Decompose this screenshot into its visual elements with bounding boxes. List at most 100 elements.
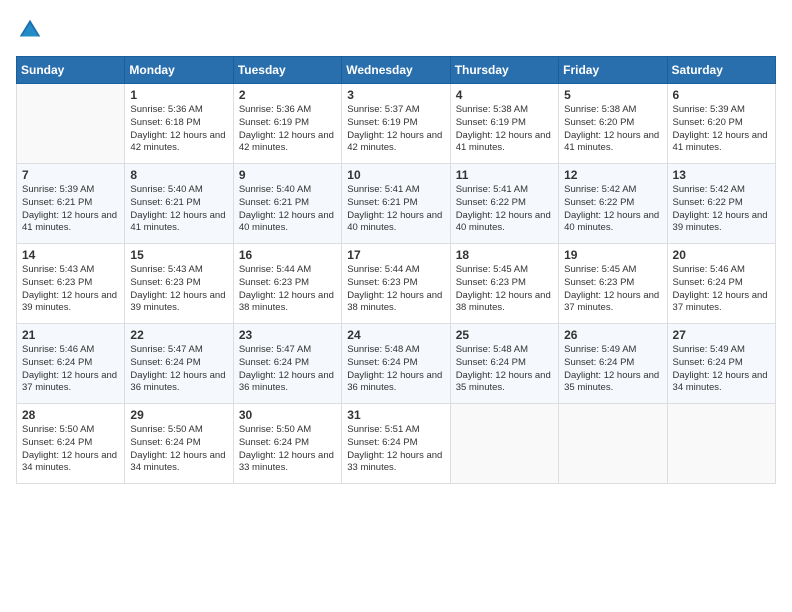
day-info: Sunrise: 5:41 AMSunset: 6:21 PMDaylight:… [347,184,442,233]
calendar-week-row: 21 Sunrise: 5:46 AMSunset: 6:24 PMDayligh… [17,324,776,404]
day-number: 25 [456,328,553,342]
day-info: Sunrise: 5:46 AMSunset: 6:24 PMDaylight:… [22,344,117,393]
calendar-cell: 14Sunrise: 5:43 AMSunset: 6:23 PMDayligh… [17,244,125,324]
calendar-cell: 11Sunrise: 5:41 AMSunset: 6:22 PMDayligh… [450,164,558,244]
calendar-cell: 25 Sunrise: 5:48 AMSunset: 6:24 PMDayligh… [450,324,558,404]
day-number: 15 [130,248,227,262]
calendar-cell: 19 Sunrise: 5:45 AMSunset: 6:23 PMDayligh… [559,244,667,324]
calendar-cell: 3 Sunrise: 5:37 AMSunset: 6:19 PMDaylight… [342,84,450,164]
calendar-cell [667,404,775,484]
weekday-header: Monday [125,57,233,84]
calendar-cell: 21 Sunrise: 5:46 AMSunset: 6:24 PMDayligh… [17,324,125,404]
day-info: Sunrise: 5:38 AMSunset: 6:20 PMDaylight:… [564,104,659,153]
day-info: Sunrise: 5:46 AMSunset: 6:24 PMDaylight:… [673,264,768,313]
day-number: 27 [673,328,770,342]
calendar-cell: 16Sunrise: 5:44 AMSunset: 6:23 PMDayligh… [233,244,341,324]
calendar-cell: 1Sunrise: 5:36 AMSunset: 6:18 PMDaylight… [125,84,233,164]
day-info: Sunrise: 5:50 AMSunset: 6:24 PMDaylight:… [239,424,334,473]
calendar-cell: 18 Sunrise: 5:45 AMSunset: 6:23 PMDayligh… [450,244,558,324]
calendar-cell [450,404,558,484]
day-number: 26 [564,328,661,342]
weekday-header: Tuesday [233,57,341,84]
day-number: 19 [564,248,661,262]
day-info: Sunrise: 5:39 AMSunset: 6:20 PMDaylight:… [673,104,768,153]
day-info: Sunrise: 5:47 AMSunset: 6:24 PMDaylight:… [239,344,334,393]
day-number: 2 [239,88,336,102]
day-number: 4 [456,88,553,102]
calendar-cell: 9 Sunrise: 5:40 AMSunset: 6:21 PMDaylight… [233,164,341,244]
weekday-header: Sunday [17,57,125,84]
day-info: Sunrise: 5:42 AMSunset: 6:22 PMDaylight:… [564,184,659,233]
day-number: 12 [564,168,661,182]
day-info: Sunrise: 5:47 AMSunset: 6:24 PMDaylight:… [130,344,225,393]
calendar-cell: 29 Sunrise: 5:50 AMSunset: 6:24 PMDayligh… [125,404,233,484]
calendar-cell: 23Sunrise: 5:47 AMSunset: 6:24 PMDayligh… [233,324,341,404]
day-info: Sunrise: 5:43 AMSunset: 6:23 PMDaylight:… [130,264,225,313]
day-number: 28 [22,408,119,422]
day-info: Sunrise: 5:44 AMSunset: 6:23 PMDaylight:… [347,264,442,313]
day-info: Sunrise: 5:40 AMSunset: 6:21 PMDaylight:… [130,184,225,233]
calendar-cell: 6 Sunrise: 5:39 AMSunset: 6:20 PMDaylight… [667,84,775,164]
day-number: 9 [239,168,336,182]
day-info: Sunrise: 5:50 AMSunset: 6:24 PMDaylight:… [22,424,117,473]
day-number: 10 [347,168,444,182]
calendar-cell: 17 Sunrise: 5:44 AMSunset: 6:23 PMDayligh… [342,244,450,324]
calendar-table: SundayMondayTuesdayWednesdayThursdayFrid… [16,56,776,484]
calendar-cell: 13Sunrise: 5:42 AMSunset: 6:22 PMDayligh… [667,164,775,244]
day-info: Sunrise: 5:38 AMSunset: 6:19 PMDaylight:… [456,104,551,153]
day-info: Sunrise: 5:50 AMSunset: 6:24 PMDaylight:… [130,424,225,473]
calendar-cell: 5 Sunrise: 5:38 AMSunset: 6:20 PMDaylight… [559,84,667,164]
calendar-cell: 15 Sunrise: 5:43 AMSunset: 6:23 PMDayligh… [125,244,233,324]
day-number: 11 [456,168,553,182]
day-number: 24 [347,328,444,342]
page-header [16,16,776,44]
calendar-cell: 8Sunrise: 5:40 AMSunset: 6:21 PMDaylight… [125,164,233,244]
day-info: Sunrise: 5:49 AMSunset: 6:24 PMDaylight:… [564,344,659,393]
day-number: 29 [130,408,227,422]
logo-icon [16,16,44,44]
day-number: 22 [130,328,227,342]
day-info: Sunrise: 5:37 AMSunset: 6:19 PMDaylight:… [347,104,442,153]
calendar-cell: 30 Sunrise: 5:50 AMSunset: 6:24 PMDayligh… [233,404,341,484]
calendar-cell: 26 Sunrise: 5:49 AMSunset: 6:24 PMDayligh… [559,324,667,404]
logo [16,16,48,44]
calendar-cell: 2Sunrise: 5:36 AMSunset: 6:19 PMDaylight… [233,84,341,164]
day-info: Sunrise: 5:40 AMSunset: 6:21 PMDaylight:… [239,184,334,233]
day-number: 3 [347,88,444,102]
calendar-cell: 12 Sunrise: 5:42 AMSunset: 6:22 PMDayligh… [559,164,667,244]
day-number: 6 [673,88,770,102]
day-info: Sunrise: 5:43 AMSunset: 6:23 PMDaylight:… [22,264,117,313]
calendar-cell: 20 Sunrise: 5:46 AMSunset: 6:24 PMDayligh… [667,244,775,324]
calendar-cell: 28 Sunrise: 5:50 AMSunset: 6:24 PMDayligh… [17,404,125,484]
day-number: 5 [564,88,661,102]
day-number: 17 [347,248,444,262]
calendar-week-row: 1Sunrise: 5:36 AMSunset: 6:18 PMDaylight… [17,84,776,164]
calendar-cell [559,404,667,484]
day-info: Sunrise: 5:45 AMSunset: 6:23 PMDaylight:… [564,264,659,313]
day-info: Sunrise: 5:49 AMSunset: 6:24 PMDaylight:… [673,344,768,393]
calendar-week-row: 28 Sunrise: 5:50 AMSunset: 6:24 PMDayligh… [17,404,776,484]
calendar-week-row: 7Sunrise: 5:39 AMSunset: 6:21 PMDaylight… [17,164,776,244]
day-number: 31 [347,408,444,422]
calendar-cell: 4 Sunrise: 5:38 AMSunset: 6:19 PMDaylight… [450,84,558,164]
weekday-header: Saturday [667,57,775,84]
day-number: 21 [22,328,119,342]
day-info: Sunrise: 5:36 AMSunset: 6:18 PMDaylight:… [130,104,225,153]
day-number: 20 [673,248,770,262]
calendar-cell: 7Sunrise: 5:39 AMSunset: 6:21 PMDaylight… [17,164,125,244]
calendar-week-row: 14Sunrise: 5:43 AMSunset: 6:23 PMDayligh… [17,244,776,324]
calendar-cell: 27 Sunrise: 5:49 AMSunset: 6:24 PMDayligh… [667,324,775,404]
day-number: 18 [456,248,553,262]
weekday-header: Friday [559,57,667,84]
day-info: Sunrise: 5:44 AMSunset: 6:23 PMDaylight:… [239,264,334,313]
day-info: Sunrise: 5:48 AMSunset: 6:24 PMDaylight:… [347,344,442,393]
day-info: Sunrise: 5:48 AMSunset: 6:24 PMDaylight:… [456,344,551,393]
day-number: 30 [239,408,336,422]
day-info: Sunrise: 5:45 AMSunset: 6:23 PMDaylight:… [456,264,551,313]
calendar-cell: 10 Sunrise: 5:41 AMSunset: 6:21 PMDayligh… [342,164,450,244]
day-info: Sunrise: 5:42 AMSunset: 6:22 PMDaylight:… [673,184,768,233]
calendar-cell: 31 Sunrise: 5:51 AMSunset: 6:24 PMDayligh… [342,404,450,484]
calendar-cell [17,84,125,164]
calendar-cell: 22 Sunrise: 5:47 AMSunset: 6:24 PMDayligh… [125,324,233,404]
day-info: Sunrise: 5:51 AMSunset: 6:24 PMDaylight:… [347,424,442,473]
